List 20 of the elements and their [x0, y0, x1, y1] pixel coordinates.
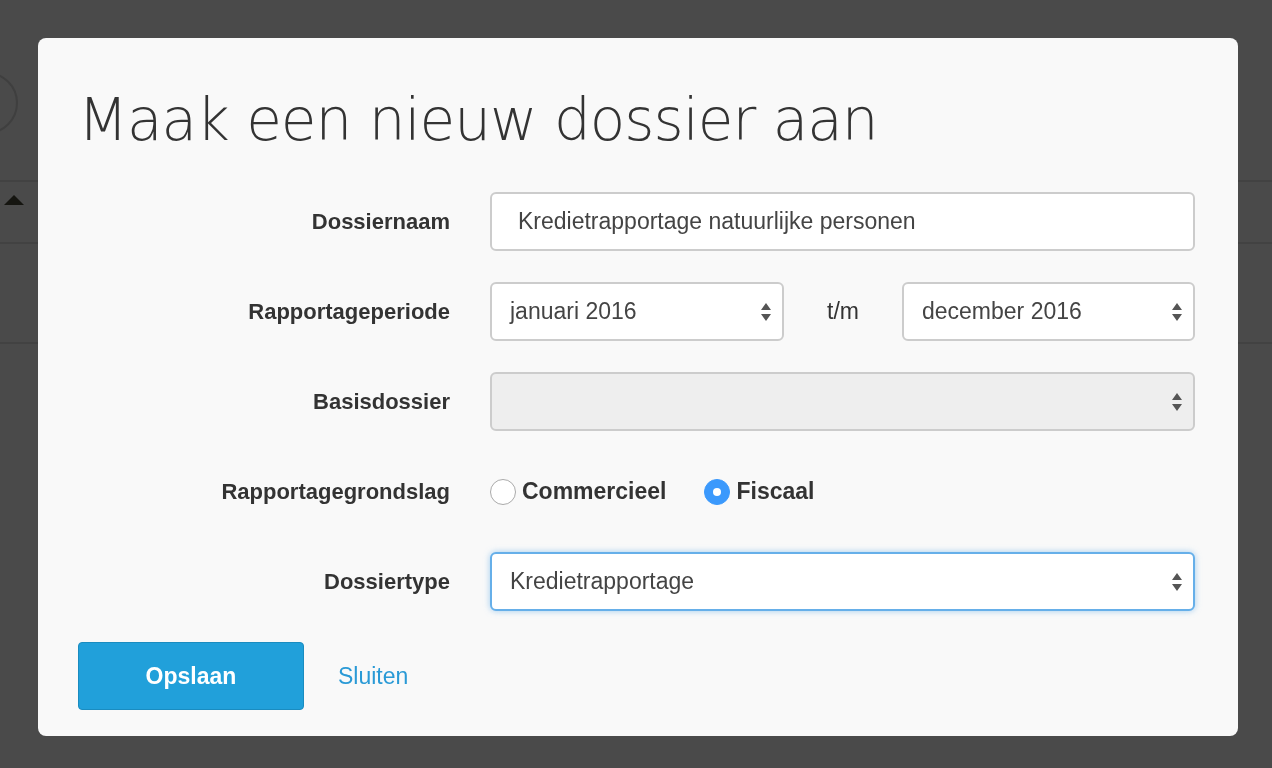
radio-icon[interactable]: [704, 478, 731, 505]
updown-arrows-icon: [1171, 571, 1183, 592]
radio-option[interactable]: Fiscaal: [704, 478, 815, 505]
field-label: Dossiernaam: [311, 208, 450, 235]
radio-option[interactable]: Commercieel: [490, 478, 667, 505]
select-field[interactable]: december 2016: [902, 282, 1195, 341]
select-field[interactable]: Kredietrapportage: [490, 552, 1195, 611]
dialog-title: Maak een nieuw dossier aan: [78, 85, 878, 156]
field-label: Rapportagegrondslag: [221, 478, 450, 505]
range-separator: t/m: [826, 298, 860, 325]
field-label: Rapportageperiode: [248, 298, 450, 325]
field-label: Basisdossier: [313, 388, 450, 415]
radio-icon[interactable]: [490, 478, 516, 505]
updown-arrows-icon: [1171, 301, 1183, 322]
updown-arrows-icon: [1171, 391, 1183, 412]
updown-arrows-icon: [760, 301, 772, 322]
sort-up-icon: [4, 195, 24, 205]
field-label: Dossiertype: [324, 568, 450, 595]
select-field[interactable]: januari 2016: [490, 282, 784, 341]
text-field[interactable]: Kredietrapportage natuurlijke personen: [490, 192, 1195, 251]
